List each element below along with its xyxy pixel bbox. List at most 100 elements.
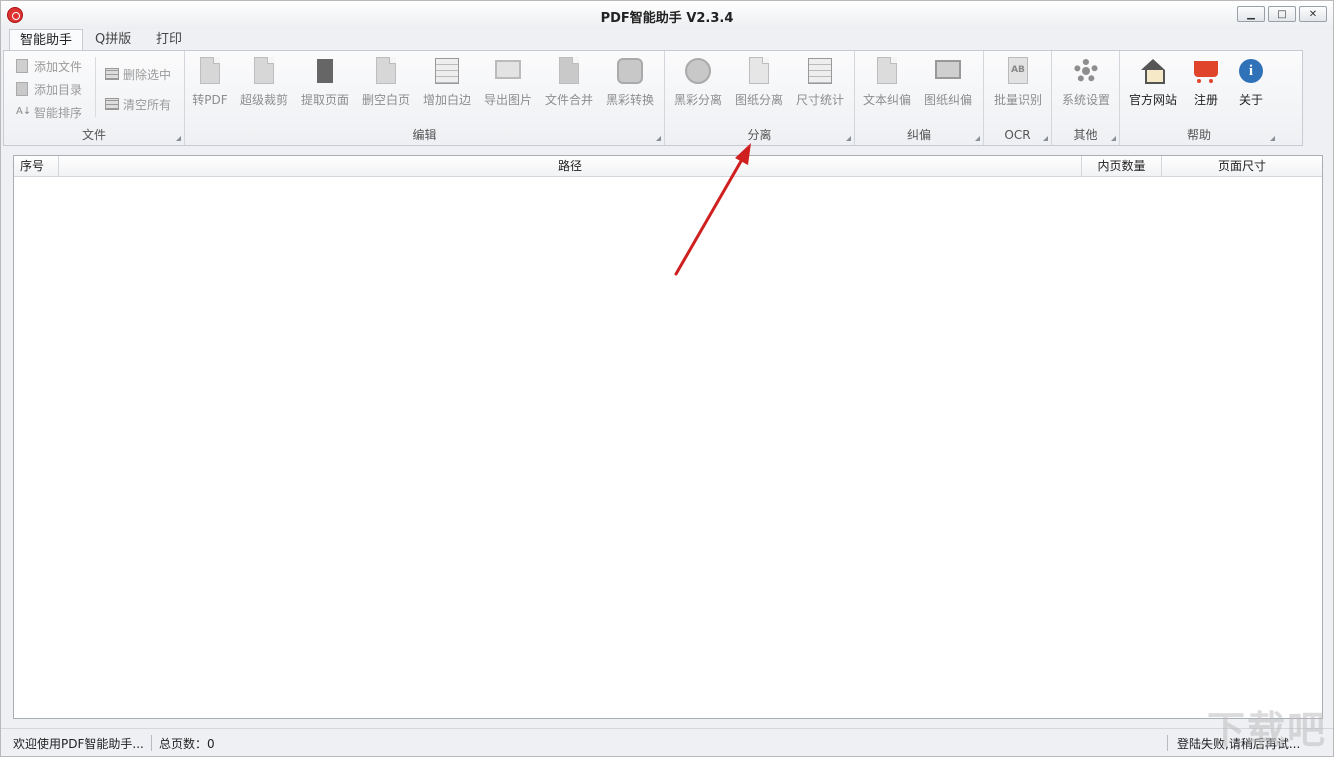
merge-icon: [553, 55, 585, 87]
bw-color-convert-label: 黑彩转换: [601, 91, 659, 108]
group-other: 系统设置 其他: [1052, 51, 1120, 145]
super-crop-label: 超级裁剪: [235, 91, 293, 108]
add-folder-label: 添加目录: [34, 81, 82, 98]
official-website-button[interactable]: 官方网站: [1124, 55, 1182, 111]
group-label-file: 文件: [4, 127, 184, 143]
group-ocr: AB 批量识别 OCR: [984, 51, 1052, 145]
column-header-page-size[interactable]: 页面尺寸: [1162, 156, 1322, 177]
status-total-pages: 总页数：0: [159, 735, 215, 752]
group-expand-icon[interactable]: [656, 136, 661, 141]
table-header: 序号 路径 内页数量 页面尺寸: [14, 156, 1322, 177]
official-website-label: 官方网站: [1124, 91, 1182, 108]
tab-print[interactable]: 打印: [146, 29, 192, 51]
group-label-edit: 编辑: [185, 127, 664, 143]
size-statistics-button[interactable]: 尺寸统计: [791, 55, 849, 111]
clear-all-button[interactable]: 清空所有: [105, 94, 171, 114]
group-file: 添加文件 添加目录 A↓ 智能排序 删除选中 清空所有 文件: [4, 51, 185, 145]
group-label-deskew: 纠偏: [855, 127, 983, 143]
column-header-index[interactable]: 序号: [14, 156, 59, 177]
minimize-button[interactable]: ▁: [1237, 6, 1265, 22]
extract-pages-icon: [309, 55, 341, 87]
file-list-table[interactable]: 序号 路径 内页数量 页面尺寸: [13, 155, 1323, 719]
convert-pdf-label: 转PDF: [181, 91, 239, 108]
group-expand-icon[interactable]: [846, 136, 851, 141]
add-margin-button[interactable]: 增加白边: [418, 55, 476, 111]
batch-ocr-label: 批量识别: [989, 91, 1047, 108]
batch-ocr-button[interactable]: AB 批量识别: [989, 55, 1047, 111]
group-expand-icon[interactable]: [1043, 136, 1048, 141]
text-deskew-label: 文本纠偏: [858, 91, 916, 108]
drawing-monitor-icon: [932, 55, 964, 87]
drawing-separate-label: 图纸分离: [730, 91, 788, 108]
group-edit: 转PDF 超级裁剪 提取页面 删空白页 增加白边 导出图片: [185, 51, 665, 145]
watermark-logo: 下载吧: [1207, 699, 1327, 754]
smart-sort-label: 智能排序: [34, 104, 82, 121]
status-divider: [151, 735, 152, 751]
group-expand-icon[interactable]: [975, 136, 980, 141]
text-deskew-button[interactable]: 文本纠偏: [858, 55, 916, 111]
merge-files-button[interactable]: 文件合并: [540, 55, 598, 111]
maximize-button[interactable]: □: [1268, 6, 1296, 22]
delete-selected-label: 删除选中: [123, 66, 171, 83]
column-header-path[interactable]: 路径: [59, 156, 1082, 177]
drawing-deskew-label: 图纸纠偏: [919, 91, 977, 108]
export-images-button[interactable]: 导出图片: [479, 55, 537, 111]
tab-imposition[interactable]: Q拼版: [85, 29, 141, 51]
add-file-label: 添加文件: [34, 58, 82, 75]
sort-icon: A↓: [16, 105, 30, 119]
drawing-deskew-button[interactable]: 图纸纠偏: [919, 55, 977, 111]
tab-smart-assistant[interactable]: 智能助手: [9, 29, 83, 51]
system-settings-button[interactable]: 系统设置: [1057, 55, 1115, 111]
app-window: PDF智能助手 V2.3.4 ▁ □ ✕ 智能助手 Q拼版 打印 添加文件 添加…: [0, 0, 1334, 757]
group-deskew: 文本纠偏 图纸纠偏 纠偏: [855, 51, 984, 145]
merge-files-label: 文件合并: [540, 91, 598, 108]
add-margin-icon: [431, 55, 463, 87]
clear-all-label: 清空所有: [123, 96, 171, 113]
gear-icon: [1070, 55, 1102, 87]
ocr-ab-icon: AB: [1002, 55, 1034, 87]
status-welcome: 欢迎使用PDF智能助手...: [13, 735, 144, 752]
extract-pages-label: 提取页面: [296, 91, 354, 108]
title-bar: PDF智能助手 V2.3.4 ▁ □ ✕: [1, 1, 1333, 29]
home-icon: [1137, 55, 1169, 87]
window-title: PDF智能助手 V2.3.4: [1, 7, 1333, 26]
delete-blank-pages-button[interactable]: 删空白页: [357, 55, 415, 111]
system-settings-label: 系统设置: [1057, 91, 1115, 108]
drawing-page-icon: [743, 55, 775, 87]
super-crop-button[interactable]: 超级裁剪: [235, 55, 293, 111]
group-expand-icon[interactable]: [1270, 136, 1275, 141]
add-margin-label: 增加白边: [418, 91, 476, 108]
group-label-ocr: OCR: [984, 127, 1051, 143]
brush-icon: [614, 55, 646, 87]
about-button[interactable]: i 关于: [1222, 55, 1280, 111]
image-icon: [492, 55, 524, 87]
clear-all-icon: [105, 97, 119, 111]
bw-color-convert-button[interactable]: 黑彩转换: [601, 55, 659, 111]
group-label-help: 帮助: [1120, 127, 1278, 143]
drawing-separate-button[interactable]: 图纸分离: [730, 55, 788, 111]
divider: [95, 57, 96, 117]
bw-color-separate-label: 黑彩分离: [669, 91, 727, 108]
delete-selected-button[interactable]: 删除选中: [105, 64, 171, 84]
convert-pdf-button[interactable]: 转PDF: [181, 55, 239, 111]
size-statistics-label: 尺寸统计: [791, 91, 849, 108]
column-header-page-count[interactable]: 内页数量: [1082, 156, 1162, 177]
smart-sort-button[interactable]: A↓ 智能排序: [16, 102, 82, 122]
shopping-cart-icon: [1190, 55, 1222, 87]
pdf-convert-icon: [194, 55, 226, 87]
delete-blank-pages-label: 删空白页: [357, 91, 415, 108]
delete-selected-icon: [105, 67, 119, 81]
blank-page-icon: [370, 55, 402, 87]
group-expand-icon[interactable]: [176, 136, 181, 141]
add-folder-button[interactable]: 添加目录: [16, 79, 82, 99]
extract-pages-button[interactable]: 提取页面: [296, 55, 354, 111]
close-button[interactable]: ✕: [1299, 6, 1327, 22]
group-separate: 黑彩分离 图纸分离 尺寸统计 分离: [665, 51, 855, 145]
about-label: 关于: [1222, 91, 1280, 108]
group-expand-icon[interactable]: [1111, 136, 1116, 141]
add-file-button[interactable]: 添加文件: [16, 56, 82, 76]
ribbon-tab-bar: 智能助手 Q拼版 打印: [1, 29, 1333, 51]
info-icon: i: [1235, 55, 1267, 87]
add-folder-icon: [16, 82, 30, 96]
bw-color-separate-button[interactable]: 黑彩分离: [669, 55, 727, 111]
